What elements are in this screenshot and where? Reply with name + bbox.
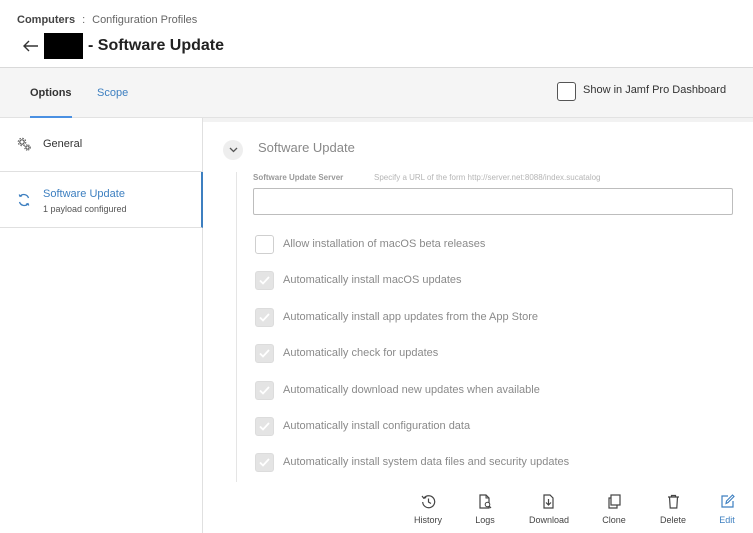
option-label: Automatically install macOS updates bbox=[283, 274, 462, 286]
checkbox-checked[interactable] bbox=[255, 270, 274, 290]
back-arrow-icon[interactable] bbox=[22, 37, 40, 55]
option-download-updates[interactable]: Automatically download new updates when … bbox=[255, 380, 540, 400]
show-in-dashboard-label: Show in Jamf Pro Dashboard bbox=[583, 84, 727, 96]
clone-button[interactable]: Clone bbox=[584, 493, 644, 525]
checkmark-icon bbox=[259, 348, 270, 358]
delete-button[interactable]: Delete bbox=[643, 493, 703, 525]
breadcrumb-current[interactable]: Configuration Profiles bbox=[92, 14, 197, 26]
checkmark-icon bbox=[259, 385, 270, 395]
action-toolbar: History Logs Download Clone Delete Edit bbox=[203, 487, 753, 533]
server-field-label: Software Update Server bbox=[253, 173, 344, 182]
checkmark-icon bbox=[259, 312, 270, 322]
checkbox-unchecked[interactable] bbox=[255, 234, 274, 254]
software-update-panel: Software Update Software Update Server S… bbox=[203, 122, 753, 533]
show-in-dashboard-checkbox[interactable] bbox=[557, 82, 576, 101]
checkbox-checked[interactable] bbox=[255, 343, 274, 363]
edit-button[interactable]: Edit bbox=[697, 493, 753, 525]
edit-label: Edit bbox=[719, 515, 735, 525]
checkmark-icon bbox=[259, 275, 270, 285]
option-install-security-updates[interactable]: Automatically install system data files … bbox=[255, 452, 569, 472]
clone-icon bbox=[606, 493, 622, 509]
sidebar-item-label: General bbox=[43, 138, 83, 150]
option-label: Allow installation of macOS beta release… bbox=[283, 238, 486, 250]
page-title: - Software Update bbox=[88, 37, 225, 54]
download-button[interactable]: Download bbox=[519, 493, 579, 525]
tab-scope[interactable]: Scope bbox=[97, 68, 128, 118]
content-area: Software Update Software Update Server S… bbox=[203, 118, 753, 533]
checkmark-icon bbox=[259, 421, 270, 431]
server-field-hint: Specify a URL of the form http://server.… bbox=[374, 173, 601, 182]
payload-sidebar: General Software Update 1 payload config… bbox=[0, 118, 203, 533]
option-label: Automatically check for updates bbox=[283, 347, 439, 359]
logs-button[interactable]: Logs bbox=[455, 493, 515, 525]
clone-label: Clone bbox=[602, 515, 626, 525]
option-allow-beta[interactable]: Allow installation of macOS beta release… bbox=[255, 234, 485, 254]
option-install-app-updates[interactable]: Automatically install app updates from t… bbox=[255, 307, 538, 327]
redacted-name-block bbox=[44, 33, 83, 59]
option-install-macos-updates[interactable]: Automatically install macOS updates bbox=[255, 270, 462, 290]
trash-icon bbox=[665, 493, 681, 509]
checkbox-checked[interactable] bbox=[255, 307, 274, 327]
sidebar-item-general[interactable]: General bbox=[0, 118, 203, 172]
breadcrumb-separator: : bbox=[82, 14, 86, 26]
title-row: - Software Update bbox=[22, 33, 224, 59]
breadcrumb-root[interactable]: Computers bbox=[17, 14, 75, 26]
refresh-icon bbox=[17, 193, 31, 207]
logs-label: Logs bbox=[475, 515, 495, 525]
checkmark-icon bbox=[259, 457, 270, 467]
option-label: Automatically download new updates when … bbox=[283, 384, 540, 396]
sidebar-item-subtitle: 1 payload configured bbox=[43, 204, 127, 214]
checkbox-checked[interactable] bbox=[255, 416, 274, 436]
option-check-updates[interactable]: Automatically check for updates bbox=[255, 343, 438, 363]
download-label: Download bbox=[528, 515, 570, 525]
sidebar-item-label: Software Update bbox=[43, 188, 125, 200]
server-url-field[interactable] bbox=[253, 188, 733, 215]
logs-icon bbox=[477, 493, 493, 509]
option-label: Automatically install configuration data bbox=[283, 420, 471, 432]
option-install-config-data[interactable]: Automatically install configuration data bbox=[255, 416, 470, 436]
checkbox-checked[interactable] bbox=[255, 380, 274, 400]
server-url-input[interactable] bbox=[254, 189, 732, 214]
history-button[interactable]: History bbox=[398, 493, 458, 525]
history-icon bbox=[420, 493, 436, 509]
breadcrumb: Computers : Configuration Profiles bbox=[17, 14, 197, 26]
sidebar-item-software-update[interactable]: Software Update 1 payload configured bbox=[0, 172, 203, 228]
option-label: Automatically install system data files … bbox=[283, 456, 570, 468]
section-divider bbox=[236, 172, 237, 482]
history-label: History bbox=[413, 515, 442, 525]
page-header: Computers : Configuration Profiles - Sof… bbox=[0, 0, 753, 68]
collapse-button[interactable] bbox=[223, 140, 243, 160]
option-label: Automatically install app updates from t… bbox=[283, 311, 538, 323]
delete-label: Delete bbox=[659, 515, 686, 525]
checkbox-checked[interactable] bbox=[255, 452, 274, 472]
tab-options[interactable]: Options bbox=[30, 68, 72, 118]
section-title: Software Update bbox=[258, 140, 355, 155]
gear-icon bbox=[17, 137, 31, 151]
download-icon bbox=[541, 493, 557, 509]
edit-icon bbox=[719, 493, 735, 509]
